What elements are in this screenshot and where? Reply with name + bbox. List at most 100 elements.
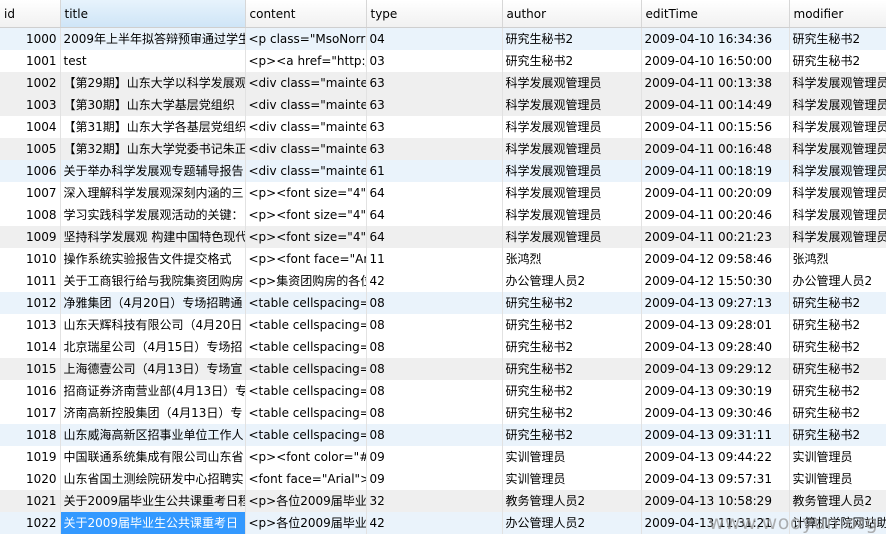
edittime-cell[interactable]: 2009-04-13 09:44:22 [641, 446, 790, 468]
title-cell[interactable]: 关于工商银行给与我院集资团购房 [60, 270, 246, 292]
title-cell[interactable]: 关于举办科学发展观专题辅导报告 [60, 160, 246, 182]
table-row[interactable]: 1003 【第30期】山东大学基层党组织 <div class="maintex 63… [0, 94, 886, 116]
modifier-cell[interactable]: 研究生秘书2 [789, 336, 886, 358]
author-cell[interactable]: 研究生秘书2 [502, 50, 642, 72]
type-cell[interactable]: 08 [366, 292, 503, 314]
id-cell[interactable]: 1003 [0, 94, 61, 116]
title-cell[interactable]: test [60, 50, 246, 72]
content-cell[interactable]: <table cellspacing= [245, 358, 367, 380]
author-cell[interactable]: 研究生秘书2 [502, 292, 642, 314]
type-cell[interactable]: 42 [366, 270, 503, 292]
title-cell[interactable]: 关于2009届毕业生公共课重考日 [60, 512, 246, 534]
content-cell[interactable]: <p><font color="#( [245, 446, 367, 468]
column-header-edittime[interactable]: editTime [641, 0, 790, 28]
edittime-cell[interactable]: 2009-04-11 00:14:49 [641, 94, 790, 116]
content-cell[interactable]: <div class="maintex [245, 138, 367, 160]
id-cell[interactable]: 1014 [0, 336, 61, 358]
author-cell[interactable]: 研究生秘书2 [502, 380, 642, 402]
modifier-cell[interactable]: 实训管理员 [789, 468, 886, 490]
id-cell[interactable]: 1002 [0, 72, 61, 94]
title-cell[interactable]: 中国联通系统集成有限公司山东省 [60, 446, 246, 468]
type-cell[interactable]: 09 [366, 446, 503, 468]
modifier-cell[interactable]: 研究生秘书2 [789, 314, 886, 336]
type-cell[interactable]: 08 [366, 402, 503, 424]
id-cell[interactable]: 1019 [0, 446, 61, 468]
id-cell[interactable]: 1017 [0, 402, 61, 424]
author-cell[interactable]: 张鸿烈 [502, 248, 642, 270]
author-cell[interactable]: 科学发展观管理员 [502, 72, 642, 94]
edittime-cell[interactable]: 2009-04-13 09:57:31 [641, 468, 790, 490]
modifier-cell[interactable]: 研究生秘书2 [789, 424, 886, 446]
type-cell[interactable]: 64 [366, 182, 503, 204]
type-cell[interactable]: 08 [366, 380, 503, 402]
edittime-cell[interactable]: 2009-04-11 00:15:56 [641, 116, 790, 138]
table-row[interactable]: 1007 深入理解科学发展观深刻内涵的三 <p><font size="4"> 64 科… [0, 182, 886, 204]
content-cell[interactable]: <p>集资团购房的各位 [245, 270, 367, 292]
table-row[interactable]: 1019 中国联通系统集成有限公司山东省 <p><font color="#(09 实… [0, 446, 886, 468]
author-cell[interactable]: 研究生秘书2 [502, 358, 642, 380]
content-cell[interactable]: <p class="MsoNorr [245, 27, 367, 50]
title-cell[interactable]: 济南高新控股集团（4月13日）专 [60, 402, 246, 424]
title-cell[interactable]: 山东威海高新区招事业单位工作人 [60, 424, 246, 446]
table-row[interactable]: 1002 【第29期】山东大学以科学发展观 <div class="maintex 6… [0, 72, 886, 94]
column-header-modifier[interactable]: modifier [789, 0, 886, 28]
author-cell[interactable]: 实训管理员 [502, 468, 642, 490]
edittime-cell[interactable]: 2009-04-11 00:18:19 [641, 160, 790, 182]
modifier-cell[interactable]: 科学发展观管理员 [789, 72, 886, 94]
table-row[interactable]: 1001 test <p><a href="http:/03 研究生秘书2 2009-0… [0, 50, 886, 72]
content-cell[interactable]: <p><font size="4"> [245, 204, 367, 226]
id-cell[interactable]: 1007 [0, 182, 61, 204]
author-cell[interactable]: 研究生秘书2 [502, 314, 642, 336]
type-cell[interactable]: 32 [366, 490, 503, 512]
type-cell[interactable]: 08 [366, 358, 503, 380]
edittime-cell[interactable]: 2009-04-11 00:21:23 [641, 226, 790, 248]
author-cell[interactable]: 研究生秘书2 [502, 424, 642, 446]
edittime-cell[interactable]: 2009-04-11 00:20:46 [641, 204, 790, 226]
modifier-cell[interactable]: 研究生秘书2 [789, 358, 886, 380]
type-cell[interactable]: 63 [366, 138, 503, 160]
modifier-cell[interactable]: 科学发展观管理员 [789, 226, 886, 248]
author-cell[interactable]: 科学发展观管理员 [502, 204, 642, 226]
content-cell[interactable]: <p>各位2009届毕业 [245, 512, 367, 534]
edittime-cell[interactable]: 2009-04-11 00:13:38 [641, 72, 790, 94]
modifier-cell[interactable]: 研究生秘书2 [789, 50, 886, 72]
title-cell[interactable]: 招商证券济南营业部(4月13日）专 [60, 380, 246, 402]
title-cell[interactable]: 北京瑞星公司（4月15日）专场招 [60, 336, 246, 358]
author-cell[interactable]: 科学发展观管理员 [502, 226, 642, 248]
type-cell[interactable]: 64 [366, 204, 503, 226]
id-cell[interactable]: 1015 [0, 358, 61, 380]
type-cell[interactable]: 63 [366, 116, 503, 138]
type-cell[interactable]: 09 [366, 468, 503, 490]
edittime-cell[interactable]: 2009-04-11 00:16:48 [641, 138, 790, 160]
table-row[interactable]: 1010 操作系统实验报告文件提交格式 <p><font face="Ari 11 张鸿… [0, 248, 886, 270]
modifier-cell[interactable]: 科学发展观管理员 [789, 138, 886, 160]
type-cell[interactable]: 42 [366, 512, 503, 534]
author-cell[interactable]: 办公管理人员2 [502, 270, 642, 292]
author-cell[interactable]: 研究生秘书2 [502, 27, 642, 50]
type-cell[interactable]: 11 [366, 248, 503, 270]
id-cell[interactable]: 1011 [0, 270, 61, 292]
table-row[interactable]: 1008 学习实践科学发展观活动的关键： <p><font size="4"> 64 科… [0, 204, 886, 226]
content-cell[interactable]: <div class="maintex [245, 160, 367, 182]
edittime-cell[interactable]: 2009-04-10 16:34:36 [641, 27, 790, 50]
id-cell[interactable]: 1004 [0, 116, 61, 138]
title-cell[interactable]: 【第32期】山东大学党委书记朱正 [60, 138, 246, 160]
author-cell[interactable]: 实训管理员 [502, 446, 642, 468]
id-cell[interactable]: 1016 [0, 380, 61, 402]
modifier-cell[interactable]: 研究生秘书2 [789, 402, 886, 424]
table-row[interactable]: 1000 2009年上半年拟答辩预审通过学生 <p class="MsoNorr 04… [0, 27, 886, 50]
id-cell[interactable]: 1001 [0, 50, 61, 72]
edittime-cell[interactable]: 2009-04-12 15:50:30 [641, 270, 790, 292]
title-cell[interactable]: 山东省国土测绘院研发中心招聘实 [60, 468, 246, 490]
author-cell[interactable]: 研究生秘书2 [502, 336, 642, 358]
type-cell[interactable]: 03 [366, 50, 503, 72]
modifier-cell[interactable]: 科学发展观管理员 [789, 182, 886, 204]
table-row[interactable]: 1004 【第31期】山东大学各基层党组织 <div class="maintex 6… [0, 116, 886, 138]
author-cell[interactable]: 科学发展观管理员 [502, 138, 642, 160]
data-grid[interactable]: id title content type author editTime mo… [0, 0, 886, 538]
id-cell[interactable]: 1009 [0, 226, 61, 248]
id-cell[interactable]: 1022 [0, 512, 61, 534]
type-cell[interactable]: 08 [366, 424, 503, 446]
type-cell[interactable]: 61 [366, 160, 503, 182]
title-cell[interactable]: 【第30期】山东大学基层党组织 [60, 94, 246, 116]
